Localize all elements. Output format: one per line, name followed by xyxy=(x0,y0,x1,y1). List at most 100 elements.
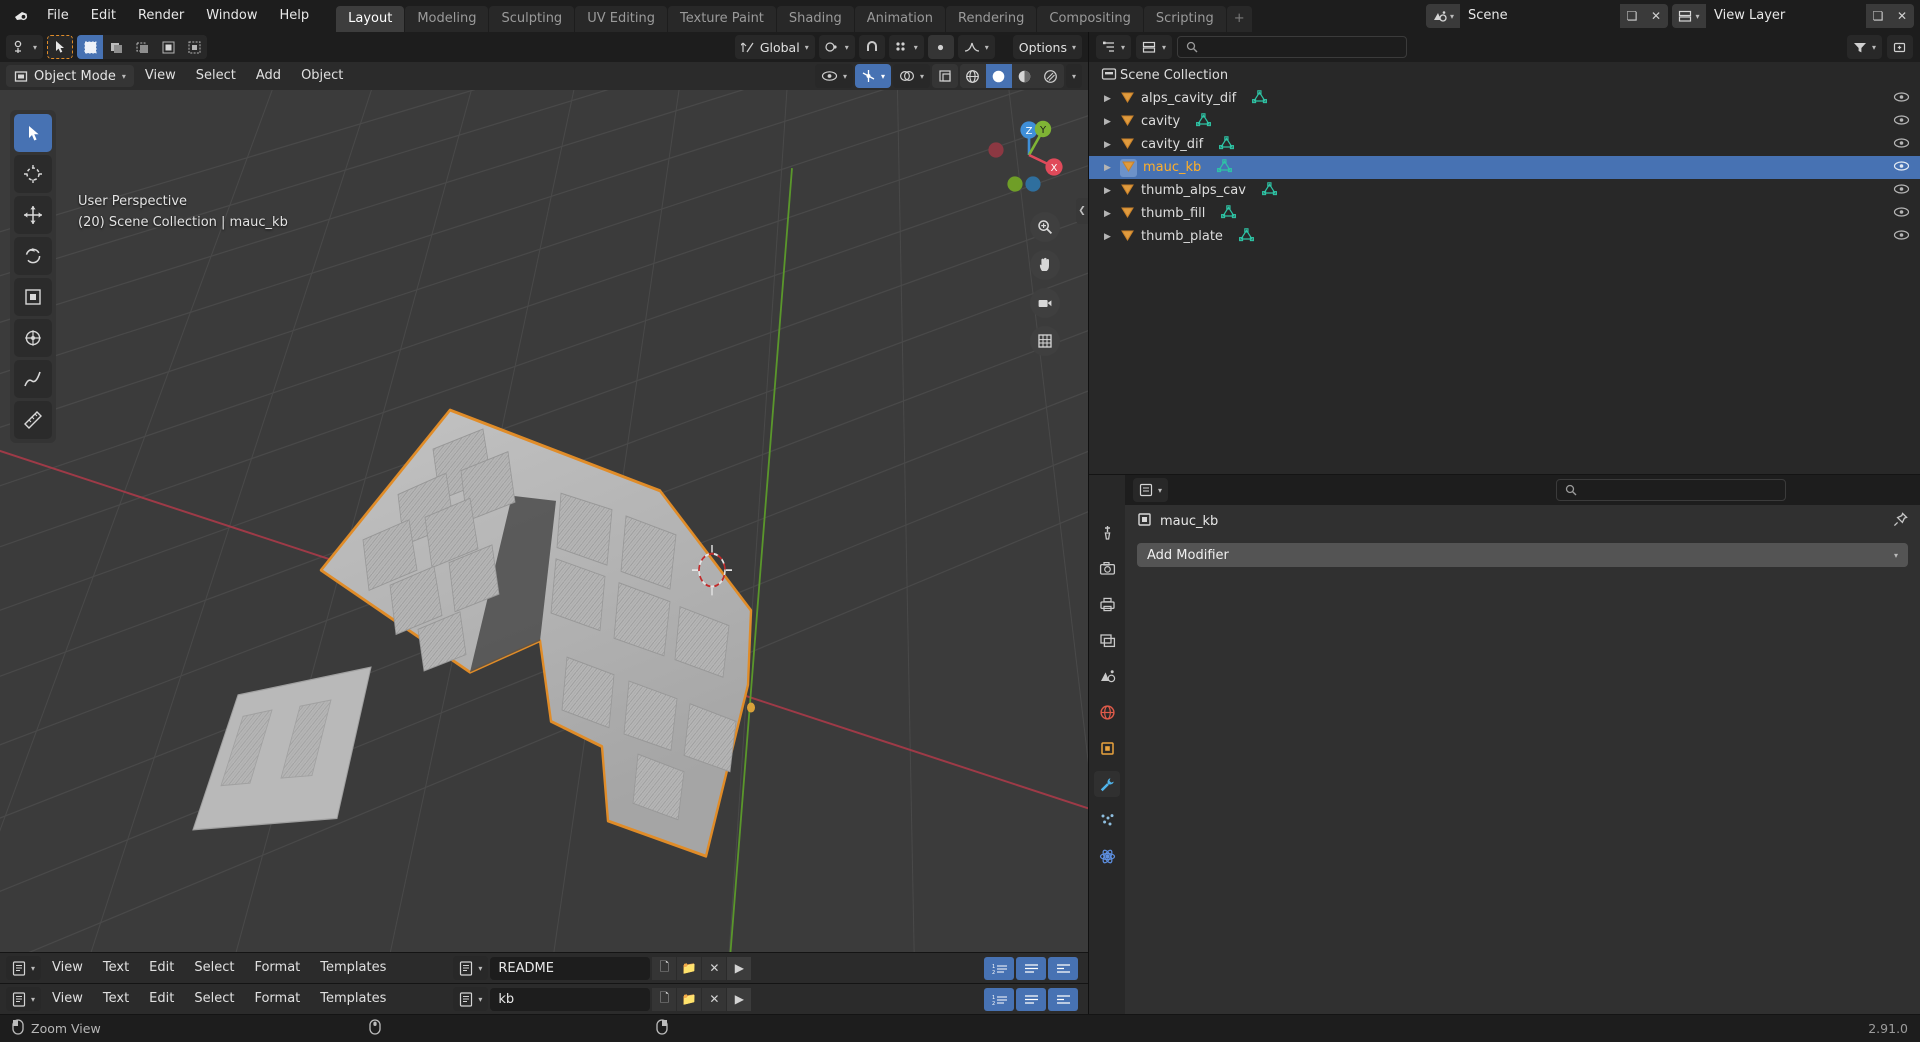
printer-icon[interactable] xyxy=(1094,591,1120,617)
text-menu-text[interactable]: Text xyxy=(94,957,138,979)
open-text-icon[interactable]: 📁 xyxy=(677,987,702,1011)
outliner-search-input[interactable] xyxy=(1177,36,1408,58)
chevron-right-icon[interactable]: ▶ xyxy=(1101,186,1114,196)
menu-help[interactable]: Help xyxy=(269,4,321,28)
world-icon[interactable] xyxy=(1094,699,1120,725)
overlays-icon[interactable]: ▾ xyxy=(892,64,930,88)
text-editor-icon[interactable]: ▾ xyxy=(6,987,42,1011)
annotate-tool-icon[interactable] xyxy=(14,360,52,398)
menu-file[interactable]: File xyxy=(36,4,80,28)
tab-animation[interactable]: Animation xyxy=(854,6,945,32)
chevron-left-icon[interactable]: ❮ xyxy=(1076,198,1088,224)
gizmo-icon[interactable]: ▾ xyxy=(854,64,891,88)
remove-layer-icon[interactable]: ✕ xyxy=(1890,4,1914,28)
chevron-right-icon[interactable]: ▶ xyxy=(1101,117,1114,127)
visibility-eye-icon[interactable] xyxy=(1893,206,1910,222)
word-wrap-icon[interactable] xyxy=(1016,987,1046,1011)
menu-window[interactable]: Window xyxy=(195,4,268,28)
camera-view-icon[interactable] xyxy=(1030,288,1060,318)
tab-layout[interactable]: Layout xyxy=(336,6,405,32)
outliner-row-alps_cavity_dif[interactable]: ▶ alps_cavity_dif xyxy=(1089,87,1920,110)
particles-icon[interactable] xyxy=(1094,807,1120,833)
text-menu-format[interactable]: Format xyxy=(245,988,309,1010)
material-shading-icon[interactable] xyxy=(1011,64,1038,88)
outliner-row-cavity[interactable]: ▶ cavity xyxy=(1089,110,1920,133)
text-editor-icon[interactable]: ▾ xyxy=(6,956,42,980)
unlink-text-icon[interactable]: ✕ xyxy=(702,987,727,1011)
tab-texture-paint[interactable]: Texture Paint xyxy=(668,6,776,32)
navigation-gizmo[interactable]: Z Y X xyxy=(984,110,1074,200)
move-tool-icon[interactable] xyxy=(14,196,52,234)
properties-icon[interactable]: ▾ xyxy=(1133,478,1169,502)
scene-datablock[interactable]: ▾ Scene ❏ ✕ xyxy=(1426,4,1668,28)
new-layer-icon[interactable]: ❏ xyxy=(1866,4,1890,28)
viewport-menu-select[interactable]: Select xyxy=(187,65,245,87)
transform-cursor-icon[interactable]: ▾ xyxy=(6,35,44,59)
toggle-ortho-icon[interactable] xyxy=(1030,326,1060,356)
tab-shading[interactable]: Shading xyxy=(776,6,854,32)
zoom-icon[interactable] xyxy=(1030,212,1060,242)
intersect-select-icon[interactable] xyxy=(181,35,208,59)
visibility-eye-icon[interactable] xyxy=(1893,160,1910,176)
open-text-icon[interactable]: 📁 xyxy=(677,956,702,980)
chevron-right-icon[interactable]: ▶ xyxy=(1101,94,1114,104)
view-layer-icon[interactable]: ▾ xyxy=(1672,4,1706,28)
text-menu-templates[interactable]: Templates xyxy=(311,988,395,1010)
camera-back-icon[interactable] xyxy=(1094,555,1120,581)
tab-compositing[interactable]: Compositing xyxy=(1037,6,1143,32)
text-menu-view[interactable]: View xyxy=(43,988,92,1010)
visibility-eye-icon[interactable] xyxy=(1893,229,1910,245)
text-menu-text[interactable]: Text xyxy=(94,988,138,1010)
text-menu-select[interactable]: Select xyxy=(185,957,243,979)
outliner-row-thumb_plate[interactable]: ▶ thumb_plate xyxy=(1089,225,1920,248)
filter-icon[interactable]: ▾ xyxy=(1846,35,1882,59)
line-numbers-icon[interactable]: 12 xyxy=(984,956,1014,980)
proportional-falloff-icon[interactable]: ▾ xyxy=(957,35,995,59)
object-mode-dropdown[interactable]: Object Mode ▾ xyxy=(6,65,134,87)
tweak-tool-icon[interactable] xyxy=(14,114,52,152)
scene-name[interactable]: Scene xyxy=(1460,4,1620,28)
menu-render[interactable]: Render xyxy=(127,4,195,28)
magnet-icon[interactable] xyxy=(858,35,885,59)
text-menu-view[interactable]: View xyxy=(43,957,92,979)
transform-orientation-dropdown[interactable]: Global ▾ xyxy=(734,35,815,59)
word-wrap-icon[interactable] xyxy=(1016,956,1046,980)
text-menu-templates[interactable]: Templates xyxy=(311,957,395,979)
new-collection-icon[interactable] xyxy=(1887,35,1913,59)
view-layer-datablock[interactable]: ▾ View Layer ❏ ✕ xyxy=(1672,4,1914,28)
tab-add-workspace[interactable]: + xyxy=(1226,6,1252,32)
tab-rendering[interactable]: Rendering xyxy=(946,6,1037,32)
unlink-text-icon[interactable]: ✕ xyxy=(702,956,727,980)
visibility-eye-icon[interactable] xyxy=(1893,114,1910,130)
outliner-row-thumb_fill[interactable]: ▶ thumb_fill xyxy=(1089,202,1920,225)
line-numbers-icon[interactable]: 12 xyxy=(984,987,1014,1011)
chevron-right-icon[interactable]: ▶ xyxy=(1101,163,1114,173)
tab-uv-editing[interactable]: UV Editing xyxy=(575,6,668,32)
options-dropdown[interactable]: Options ▾ xyxy=(1012,35,1082,59)
text-menu-select[interactable]: Select xyxy=(185,988,243,1010)
proportional-edit-icon[interactable] xyxy=(927,35,954,59)
tool-icon[interactable] xyxy=(1094,519,1120,545)
wrench-icon[interactable] xyxy=(1094,771,1120,797)
extend-select-icon[interactable] xyxy=(103,35,130,59)
rendered-shading-icon[interactable] xyxy=(1037,64,1064,88)
viewport-menu-add[interactable]: Add xyxy=(247,65,290,87)
text-menu-edit[interactable]: Edit xyxy=(140,957,183,979)
outliner-row-scene-collection[interactable]: Scene Collection xyxy=(1089,64,1920,87)
text-filename-field[interactable]: README xyxy=(490,956,651,980)
outliner-row-mauc_kb[interactable]: ▶ mauc_kb xyxy=(1089,156,1920,179)
transform-tool-icon[interactable] xyxy=(14,319,52,357)
run-script-icon[interactable]: ▶ xyxy=(727,956,752,980)
pin-icon[interactable] xyxy=(1893,511,1908,531)
visibility-eye-icon[interactable] xyxy=(1893,137,1910,153)
view-layer-name[interactable]: View Layer xyxy=(1706,4,1866,28)
set-select-icon[interactable] xyxy=(77,35,104,59)
blender-logo-icon[interactable] xyxy=(6,0,36,32)
invert-select-icon[interactable] xyxy=(155,35,182,59)
tweak-tool-icon[interactable] xyxy=(47,35,74,59)
chevron-right-icon[interactable]: ▶ xyxy=(1101,140,1114,150)
measure-tool-icon[interactable] xyxy=(14,401,52,439)
viewport-3d[interactable]: User Perspective (20) Scene Collection |… xyxy=(0,90,1088,952)
text-datablock-icon[interactable]: ▾ xyxy=(453,987,489,1011)
outliner-row-thumb_alps_cav[interactable]: ▶ thumb_alps_cav xyxy=(1089,179,1920,202)
